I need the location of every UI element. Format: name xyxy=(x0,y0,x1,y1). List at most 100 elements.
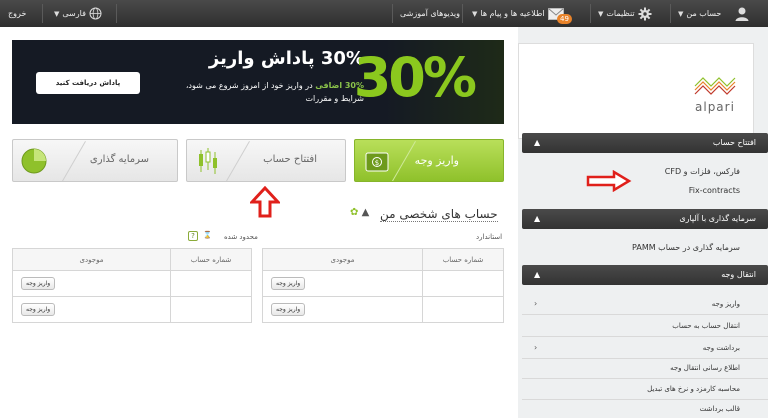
logout-label: خروج xyxy=(8,9,27,18)
hourglass-icon: ⌛ xyxy=(203,231,212,239)
deposit-button[interactable]: واریز وجه xyxy=(21,277,56,290)
sidebar-item-label: انتقال حساب به حساب xyxy=(672,322,740,330)
table-row: واریز وجه xyxy=(12,296,252,323)
sidebar-item-label: قالب برداشت xyxy=(699,405,740,413)
open-account-tile-label: افتتاح حساب xyxy=(263,154,317,165)
limited-accounts-table: موجودی شماره حساب واریز وجه واریز وجه xyxy=(12,248,252,323)
svg-text:$: $ xyxy=(375,159,379,167)
logo-box: alpari xyxy=(518,43,754,139)
globe-icon xyxy=(89,7,102,20)
table-row: واریز وجه xyxy=(12,270,252,297)
sidebar-item-label: محاسبه کارمزد و نرخ های تبدیل xyxy=(647,385,740,393)
accounts-title: حساب های شخصی من xyxy=(380,207,498,222)
logo-text: alpari xyxy=(695,100,735,114)
chevron-down-icon: ▼ xyxy=(678,9,684,18)
triangle-up-icon: ▲ xyxy=(534,138,541,147)
divider xyxy=(42,4,43,23)
group-transfer[interactable]: انتقال وجه ▲ xyxy=(522,265,768,285)
money-icon: $ xyxy=(365,152,389,172)
settings-menu[interactable]: ▼ تنظیمات xyxy=(598,0,652,27)
videos-link[interactable]: ویدیوهای آموزشی xyxy=(400,0,460,27)
red-arrow-up-icon xyxy=(250,186,280,218)
logout-link[interactable]: خروج xyxy=(8,0,26,27)
banner-text: 30% اضافی در واریز خود از امروز شروع می … xyxy=(164,80,364,92)
sidebar-item-label: اطلاع رسانی انتقال وجه xyxy=(670,364,740,372)
invest-tile[interactable]: سرمایه گذاری xyxy=(12,139,178,182)
page-root: خروج ▼ فارسی ویدیوهای آموزشی ▼ اطلاعیه ه… xyxy=(0,0,768,418)
standard-label: استاندارد xyxy=(476,233,503,241)
red-arrow-right-icon xyxy=(586,170,632,192)
sidebar-item-transfer-notify[interactable]: اطلاع رسانی انتقال وجه xyxy=(522,357,768,379)
chevron-down-icon: ▼ xyxy=(598,9,604,18)
triangle-up-icon: ▲ xyxy=(361,207,370,218)
user-icon xyxy=(735,7,749,21)
col-account-number: شماره حساب xyxy=(422,248,504,271)
candlestick-icon xyxy=(199,148,217,174)
banner-big-percent: 30% xyxy=(353,46,477,109)
deposit-button[interactable]: واریز وجه xyxy=(21,303,56,316)
account-menu[interactable]: ▼ حساب من xyxy=(678,0,750,27)
gear-icon xyxy=(638,7,652,20)
link-forex[interactable]: فارکس، فلزات و CFD xyxy=(665,167,740,176)
divider xyxy=(61,140,86,181)
claim-bonus-button[interactable]: پاداش دریافت کنید xyxy=(36,72,140,94)
top-bar: خروج ▼ فارسی ویدیوهای آموزشی ▼ اطلاعیه ه… xyxy=(0,0,768,27)
link-fix-contracts[interactable]: Fix-contracts xyxy=(689,186,740,195)
settings-label: تنظیمات xyxy=(606,9,635,18)
banner-text-rest: در واریز خود از امروز شروع می شود، xyxy=(185,81,316,90)
col-balance: موجودی xyxy=(262,248,423,271)
deposit-button[interactable]: واریز وجه xyxy=(271,277,306,290)
divider xyxy=(116,4,117,23)
sidebar-item-fee-calculator[interactable]: محاسبه کارمزد و نرخ های تبدیل xyxy=(522,378,768,400)
messages-label: اطلاعیه ها و پیام ها xyxy=(480,9,545,18)
sidebar-item-deposit[interactable]: واریز وجه › xyxy=(522,293,768,315)
sidebar-item-label: برداشت وجه xyxy=(702,344,740,352)
help-icon[interactable]: ? xyxy=(188,231,198,241)
open-account-tile[interactable]: افتتاح حساب xyxy=(186,139,346,182)
banner-title: 30% پاداش واریز xyxy=(208,48,364,69)
alpari-logo-icon xyxy=(694,77,736,95)
account-label: حساب من xyxy=(686,9,722,18)
help-mark: ? xyxy=(188,231,198,241)
group-open-account[interactable]: افتتاح حساب ▲ xyxy=(522,133,768,153)
divider xyxy=(225,140,250,181)
sidebar-item-withdraw[interactable]: برداشت وجه › xyxy=(522,337,768,359)
col-account-number: شماره حساب xyxy=(170,248,252,271)
chevron-down-icon: ▼ xyxy=(472,9,478,18)
divider xyxy=(590,4,591,23)
chevron-right-icon: › xyxy=(534,299,538,308)
group-label: افتتاح حساب xyxy=(712,138,756,147)
group-label: انتقال وجه xyxy=(721,270,756,279)
notification-badge: 49 xyxy=(557,14,572,24)
chevron-right-icon: › xyxy=(534,343,538,352)
group-label: سرمایه گذاری با آلپاری xyxy=(679,214,756,223)
divider xyxy=(462,4,463,23)
gear-icon: ✿ xyxy=(350,207,359,218)
link-pamm[interactable]: سرمایه گذاری در حساب PAMM xyxy=(632,243,740,252)
deposit-tile[interactable]: $ واریز وجه xyxy=(354,139,504,182)
sidebar-item-label: واریز وجه xyxy=(711,300,740,308)
sidebar-item-internal-transfer[interactable]: انتقال حساب به حساب xyxy=(522,315,768,337)
triangle-up-icon: ▲ xyxy=(534,270,541,279)
sidebar-item-withdraw-template[interactable]: قالب برداشت xyxy=(522,398,768,418)
table-row: واریز وجه xyxy=(262,296,504,323)
col-balance: موجودی xyxy=(12,248,171,271)
language-selector[interactable]: ▼ فارسی xyxy=(54,0,102,27)
triangle-up-icon: ▲ xyxy=(534,214,541,223)
deposit-button[interactable]: واریز وجه xyxy=(271,303,306,316)
divider xyxy=(670,4,671,23)
messages-menu[interactable]: ▼ اطلاعیه ها و پیام ها xyxy=(472,0,564,27)
promo-banner[interactable]: پاداش دریافت کنید 30% پاداش واریز 30% اض… xyxy=(12,40,504,124)
group-invest[interactable]: سرمایه گذاری با آلپاری ▲ xyxy=(522,209,768,229)
limited-label: محدود شده xyxy=(224,233,258,241)
divider xyxy=(392,4,393,23)
pie-chart-icon xyxy=(21,148,47,174)
videos-label: ویدیوهای آموزشی xyxy=(400,9,460,18)
invest-tile-label: سرمایه گذاری xyxy=(89,154,149,165)
language-label: فارسی xyxy=(62,9,86,18)
deposit-tile-label: واریز وجه xyxy=(414,154,459,167)
table-row: واریز وجه xyxy=(262,270,504,297)
chevron-down-icon: ▼ xyxy=(54,9,60,18)
standard-accounts-table: موجودی شماره حساب واریز وجه واریز وجه xyxy=(262,248,504,323)
collapse-toggle[interactable]: ✿ ▲ xyxy=(350,207,369,218)
